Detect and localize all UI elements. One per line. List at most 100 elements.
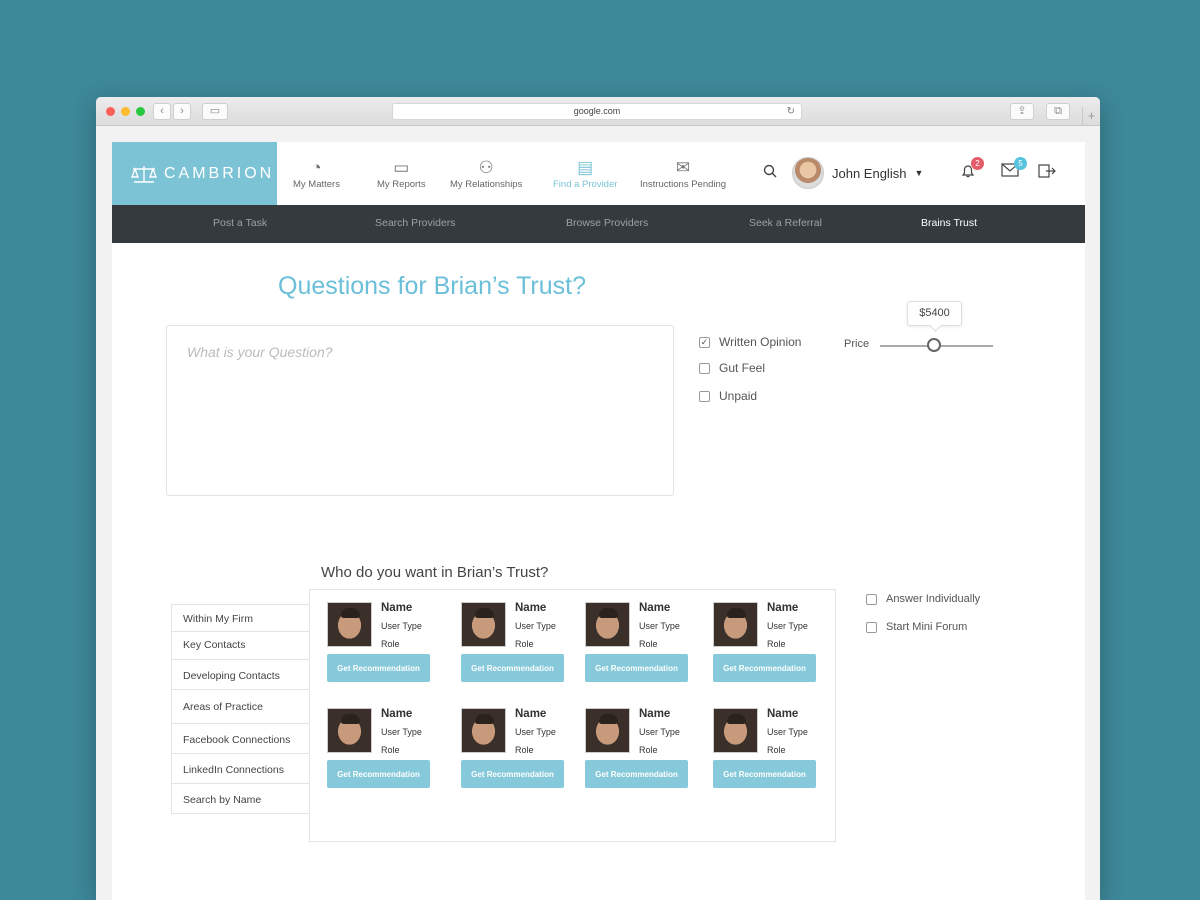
user-name: John English: [832, 165, 907, 181]
option-unpaid[interactable]: Unpaid: [699, 389, 757, 403]
person-photo: [327, 602, 372, 647]
list-item-key-contacts[interactable]: Key Contacts: [172, 632, 310, 660]
url-text: google.com: [573, 106, 621, 116]
list-item-within-my-firm[interactable]: Within My Firm: [172, 604, 310, 632]
person-role: Role: [639, 745, 658, 755]
nav-label: My Relationships: [450, 179, 523, 190]
bell-icon[interactable]: 2: [960, 157, 984, 184]
list-item-search-by-name[interactable]: Search by Name: [172, 784, 310, 814]
option-start-mini-forum[interactable]: Start Mini Forum: [866, 621, 967, 633]
new-tab-button[interactable]: +: [1082, 107, 1100, 126]
maximize-window-button[interactable]: [136, 107, 145, 116]
person-photo: [713, 602, 758, 647]
person-role: Role: [515, 639, 534, 649]
checkbox[interactable]: [866, 593, 877, 605]
person-user-type: User Type: [767, 621, 808, 631]
nav-find-a-provider[interactable]: ▤ Find a Provider: [553, 157, 617, 190]
checkbox-checked[interactable]: ✓: [699, 336, 710, 348]
address-bar[interactable]: google.com ↻: [392, 103, 802, 120]
logout-icon[interactable]: [1038, 163, 1056, 184]
get-recommendation-button[interactable]: Get Recommendation: [461, 654, 564, 682]
share-icon[interactable]: ⇪: [1010, 103, 1034, 120]
subnav-post-a-task[interactable]: Post a Task: [213, 217, 267, 229]
nav-my-relationships[interactable]: ⚇ My Relationships: [450, 157, 522, 190]
avatar: [792, 157, 824, 189]
sidebar-toggle-icon[interactable]: ▭: [202, 103, 228, 120]
back-button[interactable]: ‹: [153, 103, 171, 120]
option-label: Start Mini Forum: [886, 621, 968, 633]
nav-instructions-pending[interactable]: ✉ Instructions Pending: [640, 157, 726, 190]
get-recommendation-button[interactable]: Get Recommendation: [327, 654, 430, 682]
checkbox[interactable]: [699, 362, 710, 374]
person-role: Role: [767, 745, 786, 755]
person-name: Name: [381, 708, 413, 720]
browser-window: ‹ › ▭ google.com ↻ ⇪ ⧉ + CAMBRION ◔ My M…: [96, 97, 1100, 900]
mail-icon[interactable]: 5: [1001, 157, 1027, 182]
close-window-button[interactable]: [106, 107, 115, 116]
get-recommendation-button[interactable]: Get Recommendation: [327, 760, 430, 788]
subnav-search-providers[interactable]: Search Providers: [375, 217, 456, 229]
person-photo: [713, 708, 758, 753]
person-user-type: User Type: [639, 621, 680, 631]
option-answer-individually[interactable]: Answer Individually: [866, 593, 980, 605]
page-title: Questions for Brian’s Trust?: [278, 272, 587, 300]
nav-my-matters[interactable]: ◔ My Matters: [293, 157, 340, 190]
person-name: Name: [639, 602, 671, 614]
chat-icon: ▤: [577, 158, 594, 177]
list-item-developing-contacts[interactable]: Developing Contacts: [172, 660, 310, 690]
user-menu[interactable]: John English ▼: [792, 156, 923, 190]
nav-my-reports[interactable]: ▭ My Reports: [377, 157, 426, 190]
person-role: Role: [381, 639, 400, 649]
person-photo: [327, 708, 372, 753]
forward-button[interactable]: ›: [173, 103, 191, 120]
person-name: Name: [515, 602, 547, 614]
minimize-window-button[interactable]: [121, 107, 130, 116]
person-role: Role: [767, 639, 786, 649]
get-recommendation-button[interactable]: Get Recommendation: [713, 654, 816, 682]
nav-label: My Reports: [377, 179, 426, 190]
person-user-type: User Type: [639, 727, 680, 737]
logo-text: CAMBRION: [164, 164, 275, 182]
option-gut-feel[interactable]: Gut Feel: [699, 361, 765, 375]
notification-badge: 2: [971, 157, 984, 170]
list-item-areas-of-practice[interactable]: Areas of Practice: [172, 690, 310, 724]
get-recommendation-button[interactable]: Get Recommendation: [461, 760, 564, 788]
scales-icon: [130, 165, 158, 183]
person-name: Name: [639, 708, 671, 720]
subnav-browse-providers[interactable]: Browse Providers: [566, 217, 648, 229]
search-icon[interactable]: [763, 164, 777, 183]
logo[interactable]: CAMBRION: [112, 142, 277, 205]
person-photo: [585, 708, 630, 753]
chevron-down-icon: ▼: [914, 168, 924, 178]
envelope-icon: ✉: [675, 158, 691, 177]
person-photo: [585, 602, 630, 647]
gauge-icon: ◔: [311, 158, 322, 177]
price-tooltip: $5400: [907, 301, 962, 326]
option-written-opinion[interactable]: ✓ Written Opinion: [699, 335, 801, 349]
list-item-linkedin-connections[interactable]: LinkedIn Connections: [172, 754, 310, 784]
people-grid: Name User Type Role Get Recommendation N…: [309, 589, 836, 842]
checkbox[interactable]: [866, 621, 877, 633]
nav-label: My Matters: [293, 179, 340, 190]
question-field[interactable]: [166, 325, 674, 496]
person-role: Role: [639, 639, 658, 649]
option-label: Gut Feel: [719, 361, 766, 375]
get-recommendation-button[interactable]: Get Recommendation: [585, 654, 688, 682]
person-photo: [461, 708, 506, 753]
reload-icon[interactable]: ↻: [787, 104, 795, 119]
header-actions: 2 5: [940, 142, 1085, 205]
checkbox[interactable]: [699, 390, 710, 402]
web-page: CAMBRION ◔ My Matters ▭ My Reports ⚇ My …: [112, 142, 1085, 900]
get-recommendation-button[interactable]: Get Recommendation: [585, 760, 688, 788]
price-slider-handle[interactable]: [927, 338, 941, 352]
subnav-seek-a-referral[interactable]: Seek a Referral: [749, 217, 822, 229]
question-input[interactable]: [167, 326, 673, 495]
person-name: Name: [515, 708, 547, 720]
person-user-type: User Type: [381, 727, 422, 737]
subnav-brains-trust[interactable]: Brains Trust: [921, 217, 977, 229]
tabs-icon[interactable]: ⧉: [1046, 103, 1070, 120]
person-user-type: User Type: [515, 727, 556, 737]
list-item-facebook-connections[interactable]: Facebook Connections: [172, 724, 310, 754]
person-user-type: User Type: [381, 621, 422, 631]
get-recommendation-button[interactable]: Get Recommendation: [713, 760, 816, 788]
